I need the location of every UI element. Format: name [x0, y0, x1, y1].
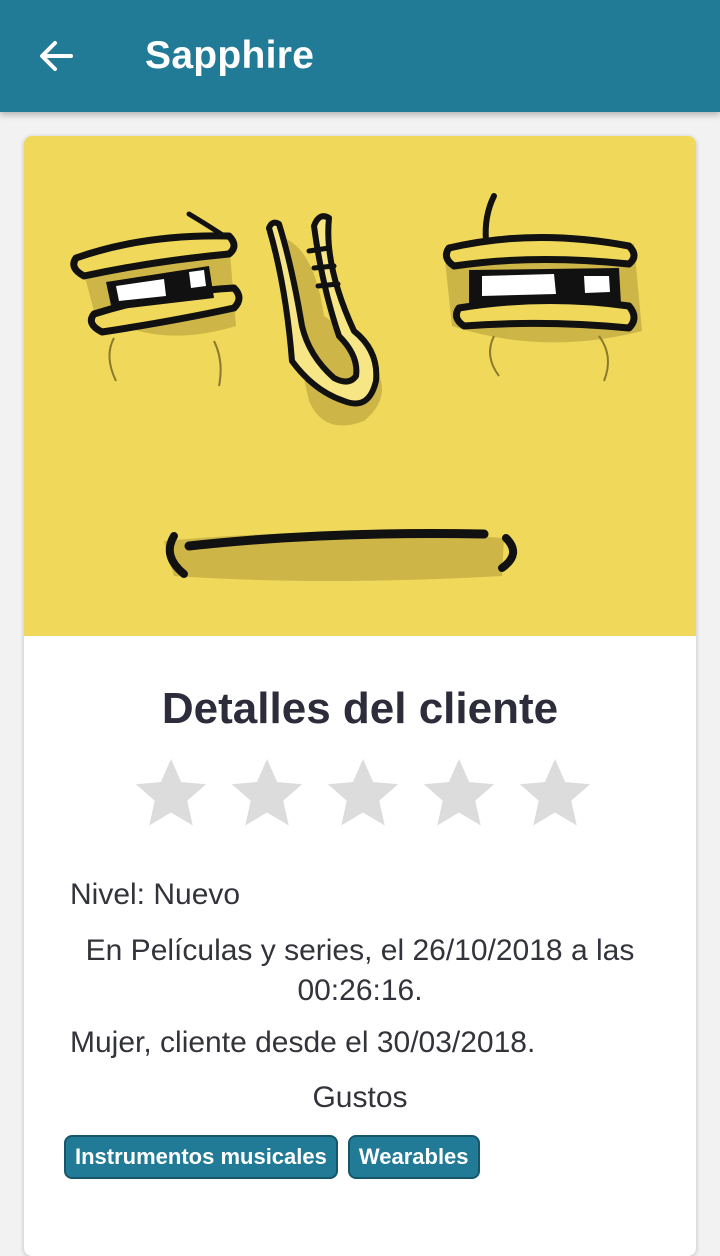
rating-stars[interactable]	[132, 754, 594, 832]
tag-instrumentos-musicales[interactable]: Instrumentos musicales	[64, 1135, 338, 1179]
star-icon[interactable]	[228, 754, 306, 832]
back-button[interactable]	[28, 26, 84, 86]
star-icon[interactable]	[516, 754, 594, 832]
star-icon[interactable]	[420, 754, 498, 832]
last-visit: En Películas y series, el 26/10/2018 a l…	[85, 934, 635, 1007]
client-card: Detalles del cliente Nivel: Nuevo En Pel…	[24, 136, 696, 1256]
star-icon[interactable]	[132, 754, 210, 832]
tag-wearables[interactable]: Wearables	[347, 1135, 480, 1179]
likes-heading: Gustos	[312, 1081, 408, 1114]
client-since: Mujer, cliente desde el 30/03/2018.	[70, 1026, 536, 1059]
card-title: Detalles del cliente	[161, 684, 559, 733]
app-title: Sapphire	[145, 34, 315, 77]
star-icon[interactable]	[324, 754, 402, 832]
app-bar: Sapphire	[0, 0, 720, 112]
client-level: Nivel: Nuevo	[70, 878, 241, 911]
likes-tags: Instrumentos musicales Wearables	[64, 1135, 480, 1179]
client-avatar	[24, 136, 696, 636]
arrow-back-icon	[40, 41, 73, 71]
face-avatar-icon	[70, 193, 642, 581]
